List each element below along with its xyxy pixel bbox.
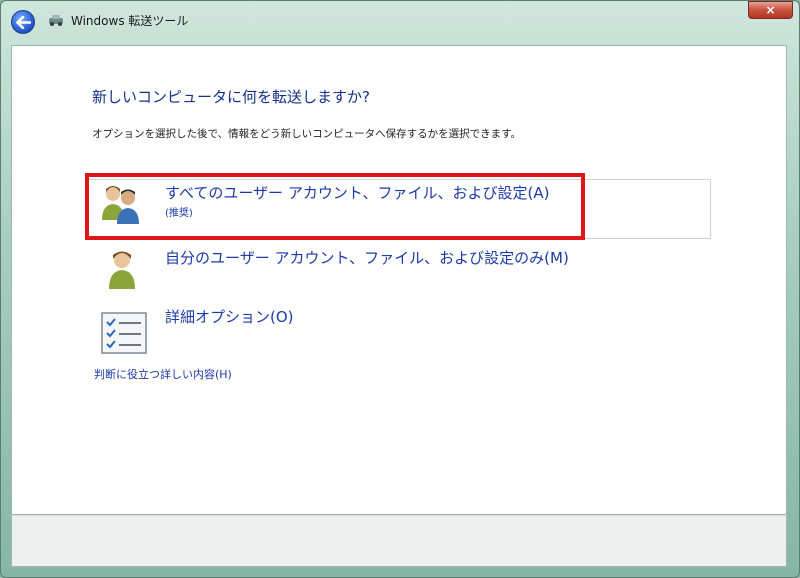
highlight-box xyxy=(85,173,585,240)
page-description: オプションを選択した後で、情報をどう新しいコンピュータへ保存するかを選択できます… xyxy=(92,128,522,140)
option-advanced-label: 詳細オプション(O) xyxy=(165,308,294,326)
wizard-content: 新しいコンピュータに何を転送しますか? オプションを選択した後で、情報をどう新し… xyxy=(11,45,787,515)
help-link[interactable]: 判断に役立つ詳しい内容(H) xyxy=(94,366,232,382)
title-bar: Windows 転送ツール × xyxy=(1,1,800,41)
window-title: Windows 転送ツール xyxy=(71,14,189,28)
transfer-tool-icon xyxy=(49,15,63,26)
close-icon: × xyxy=(765,3,776,17)
back-button[interactable] xyxy=(11,10,35,34)
close-button[interactable]: × xyxy=(748,1,793,19)
option-advanced[interactable]: 詳細オプション(O) xyxy=(100,304,400,354)
back-arrow-icon xyxy=(16,16,31,29)
option-my-user-only[interactable]: 自分のユーザー アカウント、ファイル、および設定のみ(M) xyxy=(100,241,580,291)
wizard-footer xyxy=(11,515,787,567)
user-icon xyxy=(109,251,135,289)
transfer-wizard-window: Windows 転送ツール × 新しいコンピュータに何を転送しますか? オプショ… xyxy=(0,0,800,578)
page-heading: 新しいコンピュータに何を転送しますか? xyxy=(92,88,370,106)
checklist-icon xyxy=(101,312,147,354)
option-my-user-only-label: 自分のユーザー アカウント、ファイル、および設定のみ(M) xyxy=(165,249,569,267)
